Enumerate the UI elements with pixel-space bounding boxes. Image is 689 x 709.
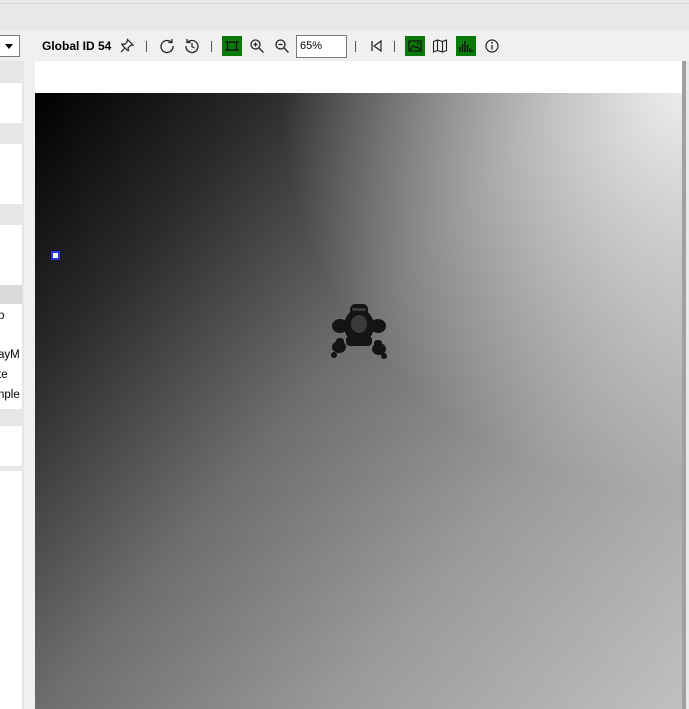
info-icon[interactable] xyxy=(482,36,502,56)
panel-box xyxy=(0,144,22,204)
panel-list-item[interactable]: p xyxy=(0,310,4,322)
toolbar-separator xyxy=(146,41,147,52)
panel-box xyxy=(0,225,22,285)
panel-header-band xyxy=(0,285,22,304)
zoom-input[interactable]: 65% xyxy=(296,35,347,58)
frame-image[interactable] xyxy=(35,93,682,709)
toolbar-separator xyxy=(394,41,395,52)
panel-list-item[interactable]: te xyxy=(0,369,8,381)
robot-object xyxy=(331,304,387,359)
panel-box xyxy=(0,83,22,123)
zoom-out-icon[interactable] xyxy=(272,36,292,56)
zoom-in-icon[interactable] xyxy=(247,36,267,56)
viewer-toolbar: Global ID 54 65% xyxy=(0,31,689,61)
first-frame-icon[interactable] xyxy=(366,36,386,56)
refresh-icon[interactable] xyxy=(157,36,177,56)
image-view-icon[interactable] xyxy=(405,36,425,56)
selection-marker[interactable] xyxy=(51,251,60,260)
left-panel: p ayM te nple xyxy=(0,61,24,709)
map-icon[interactable] xyxy=(430,36,450,56)
fit-frame-icon[interactable] xyxy=(222,36,242,56)
panel-list-item[interactable]: nple xyxy=(0,389,20,401)
panel-box xyxy=(0,426,22,466)
histogram-icon[interactable] xyxy=(456,36,476,56)
panel-box xyxy=(0,471,22,709)
toolbar-separator xyxy=(211,41,212,52)
toolbar-separator xyxy=(355,41,356,52)
title-strip xyxy=(0,0,689,32)
panel-list-item[interactable]: ayM xyxy=(0,349,20,361)
viewer-title: Global ID 54 xyxy=(42,39,112,53)
dropdown-button[interactable] xyxy=(0,35,20,57)
history-icon[interactable] xyxy=(182,36,202,56)
pin-icon[interactable] xyxy=(117,36,137,56)
